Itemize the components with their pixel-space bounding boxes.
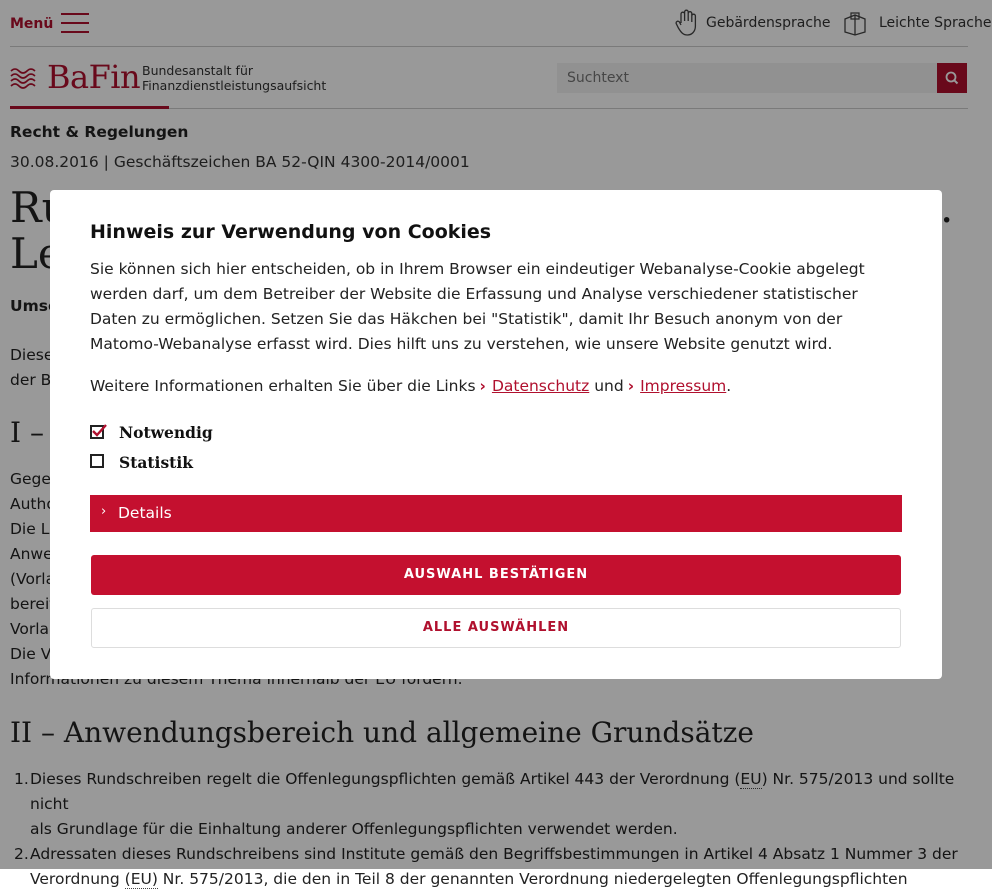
cookie-dialog: Hinweis zur Verwendung von Cookies Sie k… — [50, 190, 942, 679]
details-label: Details — [118, 504, 172, 522]
details-toggle[interactable]: › Details — [90, 495, 902, 532]
links-prefix: Weitere Informationen erhalten Sie über … — [90, 377, 476, 395]
necessary-checkbox[interactable] — [90, 424, 107, 439]
privacy-link[interactable]: Datenschutz — [492, 377, 589, 395]
select-all-button[interactable]: ALLE AUSWÄHLEN — [91, 608, 901, 648]
abbreviation: (EU) — [124, 870, 158, 889]
chevron-right-icon: › — [101, 504, 107, 519]
dialog-text: Sie können sich hier entscheiden, ob in … — [90, 260, 865, 353]
imprint-link[interactable]: Impressum — [640, 377, 726, 395]
text-line: Nr. 575/2013, die den in Teil 8 der gena… — [157, 870, 908, 888]
checkmark-icon — [92, 424, 107, 437]
text-line: Verordnung — [30, 870, 125, 888]
chevron-right-icon: › — [627, 377, 635, 395]
dialog-title: Hinweis zur Verwendung von Cookies — [90, 221, 492, 243]
statistics-checkbox[interactable] — [90, 454, 104, 468]
dialog-links: Weitere Informationen erhalten Sie über … — [90, 377, 731, 395]
links-and: und — [594, 377, 624, 395]
chevron-right-icon: › — [479, 377, 486, 395]
necessary-label: Notwendig — [119, 423, 213, 442]
links-suffix: . — [726, 377, 732, 395]
statistics-label: Statistik — [119, 453, 193, 472]
confirm-selection-button[interactable]: AUSWAHL BESTÄTIGEN — [91, 555, 901, 595]
